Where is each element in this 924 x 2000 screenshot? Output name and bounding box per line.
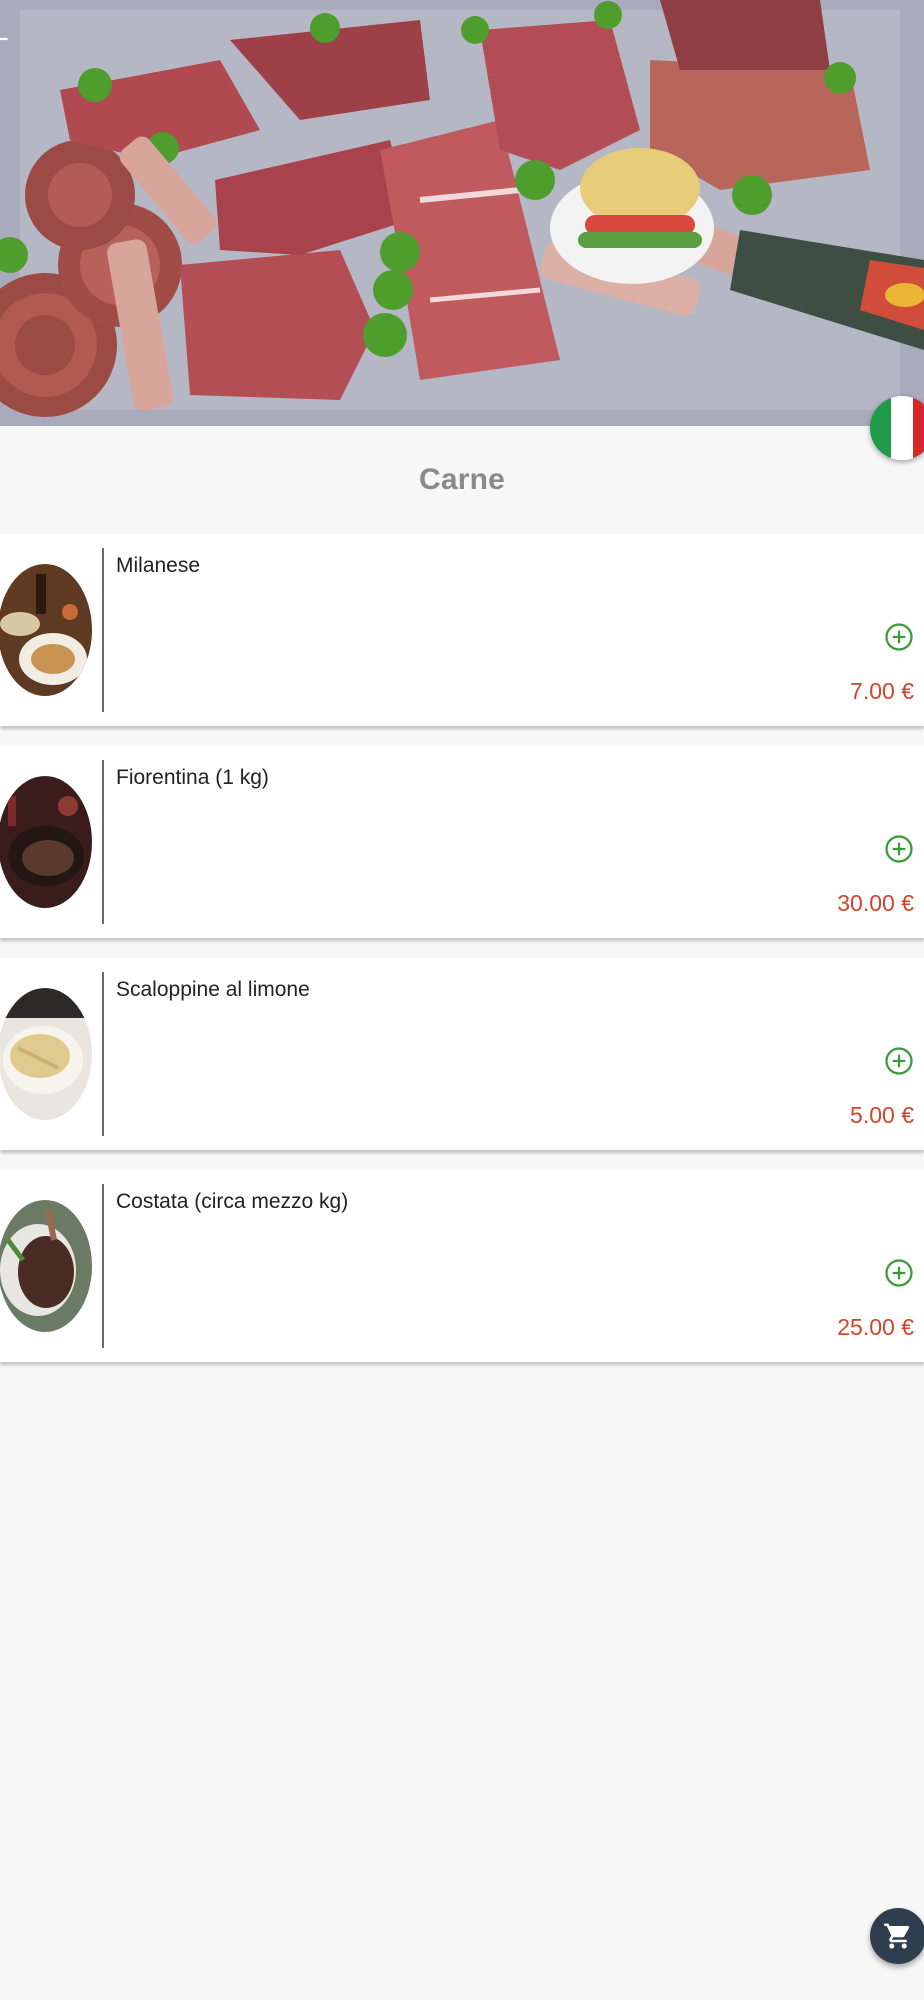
menu-item-card[interactable]: Milanese 7.00 € bbox=[0, 534, 924, 726]
card-divider bbox=[102, 548, 104, 712]
arrow-back-icon bbox=[0, 31, 8, 47]
item-price: 5.00 € bbox=[850, 1102, 914, 1128]
flag-red-stripe bbox=[912, 396, 924, 460]
menu-item-list: Milanese 7.00 € Fiorentina (1 kg) 30.00 … bbox=[0, 534, 924, 1382]
item-name: Scaloppine al limone bbox=[116, 978, 310, 1001]
flag-white-stripe bbox=[891, 396, 913, 460]
add-circle-icon[interactable] bbox=[884, 1258, 914, 1288]
meat-platter-illustration bbox=[0, 0, 924, 426]
add-circle-icon[interactable] bbox=[884, 1046, 914, 1076]
item-price: 30.00 € bbox=[837, 890, 914, 916]
dish-thumbnail bbox=[0, 1200, 92, 1332]
menu-item-card[interactable]: Scaloppine al limone 5.00 € bbox=[0, 958, 924, 1150]
add-circle-icon[interactable] bbox=[884, 622, 914, 652]
dish-thumbnail bbox=[0, 564, 92, 696]
card-divider bbox=[102, 760, 104, 924]
shopping-cart-icon bbox=[884, 1923, 910, 1949]
item-name: Costata (circa mezzo kg) bbox=[116, 1190, 349, 1213]
item-name: Fiorentina (1 kg) bbox=[116, 766, 269, 789]
add-circle-icon[interactable] bbox=[884, 834, 914, 864]
dish-thumbnail bbox=[0, 776, 92, 908]
category-hero-image bbox=[0, 0, 924, 426]
category-title: Carne bbox=[418, 463, 506, 496]
menu-item-card[interactable]: Costata (circa mezzo kg) 25.00 € bbox=[0, 1170, 924, 1362]
menu-item-card[interactable]: Fiorentina (1 kg) 30.00 € bbox=[0, 746, 924, 938]
card-divider bbox=[102, 1184, 104, 1348]
item-price: 7.00 € bbox=[850, 678, 914, 704]
item-price: 25.00 € bbox=[837, 1314, 914, 1340]
card-divider bbox=[102, 972, 104, 1136]
cart-button[interactable] bbox=[870, 1908, 924, 1964]
dish-thumbnail bbox=[0, 988, 92, 1120]
menu-screen: Carne Milanese 7.00 € Fiorentina (1 kg) … bbox=[0, 0, 924, 2000]
item-name: Milanese bbox=[116, 554, 201, 577]
back-button[interactable] bbox=[0, 26, 30, 70]
